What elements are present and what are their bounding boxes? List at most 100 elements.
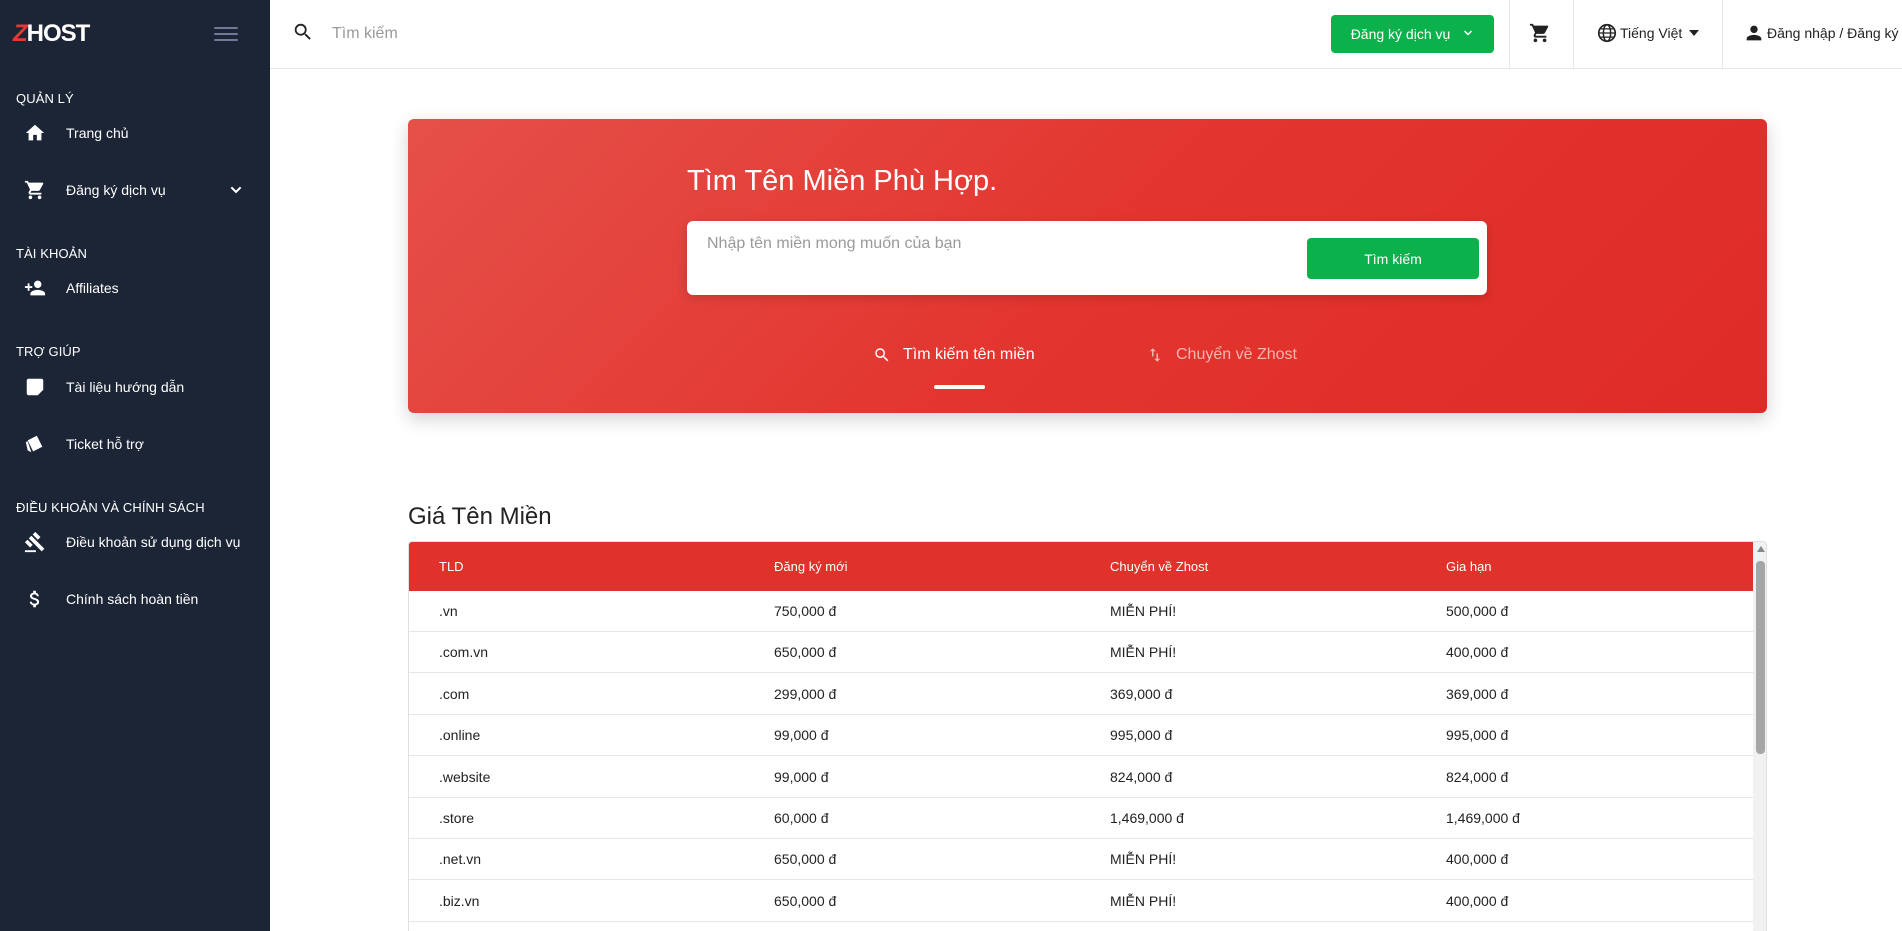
login-register-label: Đăng nhập / Đăng ký [1767,25,1899,41]
table-cell: 650,000 đ [774,851,837,868]
dollar-icon [24,588,46,610]
table-cell: .com.vn [439,644,489,661]
table-row: .store 60,000 đ 1,469,000 đ 1,469,000 đ [409,798,1753,839]
hamburger-menu-icon[interactable] [214,22,238,46]
tab-transfer-domain[interactable]: Chuyển về Zhost [1146,346,1297,364]
sidebar-item-affiliates[interactable]: Affiliates [0,260,270,316]
top-header: Đăng ký dịch vụ Tiếng Việt Đăng nhập / Đ… [270,0,1902,69]
domain-search-hero: Tìm Tên Miền Phù Hợp. Tìm kiếm Tìm kiếm … [408,119,1767,413]
table-cell: 650,000 đ [774,892,837,909]
column-header-transfer: Chuyển về Zhost [1110,559,1209,574]
login-register-link[interactable]: Đăng nhập / Đăng ký [1743,22,1899,44]
header-divider [1722,0,1723,68]
table-row: .online 99,000 đ 995,000 đ 995,000 đ [409,715,1753,757]
sidebar-item-refund[interactable]: Chính sách hoàn tiền [0,571,270,627]
table-cell: 369,000 đ [1446,685,1509,702]
caret-down-icon [1688,29,1700,37]
register-service-button[interactable]: Đăng ký dịch vụ [1331,15,1494,53]
section-title-tai-khoan: TÀI KHOẢN [16,246,87,261]
table-cell: 400,000 đ [1446,644,1509,661]
globe-icon [1596,22,1618,44]
table-row: .vn 750,000 đ MIỄN PHÍ! 500,000 đ [409,591,1753,632]
table-cell: 824,000 đ [1446,768,1509,785]
sidebar-item-label: Trang chủ [66,125,129,141]
sidebar-header: Z HOST [0,0,270,68]
domain-search-input[interactable] [707,235,1267,253]
sidebar-item-ticket[interactable]: Ticket hỗ trợ [0,416,270,472]
table-cell: .biz.vn [439,892,480,909]
domain-search-button[interactable]: Tìm kiếm [1307,238,1479,279]
table-scrollbar[interactable] [1753,542,1766,931]
user-icon [1743,22,1765,44]
sidebar-item-docs[interactable]: Tài liệu hướng dẫn [0,359,270,415]
sidebar-item-label: Tài liệu hướng dẫn [66,379,185,395]
language-label: Tiếng Việt [1620,25,1683,41]
table-cell: 750,000 đ [774,603,837,619]
sidebar-item-terms[interactable]: Điều khoản sử dụng dịch vụ [0,514,270,570]
table-cell: .store [439,810,475,826]
logo-z: Z [13,20,28,47]
table-row: .com 299,000 đ 369,000 đ 369,000 đ [409,674,1753,715]
table-cell: .online [439,727,481,744]
sidebar-item-label: Điều khoản sử dụng dịch vụ [66,534,241,550]
header-divider [1573,0,1574,68]
scroll-up-arrow-icon[interactable] [1757,546,1765,552]
sidebar-item-home[interactable]: Trang chủ [0,105,270,161]
column-header-tld: TLD [439,559,464,574]
section-title-dieu-khoan: ĐIỀU KHOẢN VÀ CHÍNH SÁCH [16,500,205,515]
domain-search-box: Tìm kiếm [687,221,1487,295]
note-icon [24,376,46,398]
table-cell: 824,000 đ [1110,768,1173,785]
table-cell: 99,000 đ [774,768,829,785]
home-icon [24,122,46,144]
tab-label: Chuyển về Zhost [1176,346,1297,363]
table-cell: 995,000 đ [1110,727,1173,744]
table-cell: .net.vn [439,851,482,868]
header-search-input[interactable] [332,25,932,43]
table-cell: 60,000 đ [774,810,829,826]
cart-icon[interactable] [1529,22,1551,49]
language-selector[interactable]: Tiếng Việt [1596,22,1700,44]
table-cell: 299,000 đ [774,685,837,702]
table-cell: MIỄN PHÍ! [1110,603,1177,619]
gavel-icon [24,531,46,553]
table-cell: .vn [439,603,458,619]
table-cell: MIỄN PHÍ! [1110,644,1177,661]
search-icon[interactable] [292,21,314,48]
register-service-label: Đăng ký dịch vụ [1350,26,1451,42]
table-cell: 369,000 đ [1110,685,1173,702]
table-header: TLD Đăng ký mới Chuyển về Zhost Gia hạn [409,542,1753,591]
domain-pricing-table: TLD Đăng ký mới Chuyển về Zhost Gia hạn … [408,541,1767,931]
table-row: .net.vn 650,000 đ MIỄN PHÍ! 400,000 đ [409,839,1753,881]
pricing-title: Giá Tên Miền [408,503,552,530]
table-cell: 99,000 đ [774,727,829,744]
table-cell: .com [439,685,470,702]
chevron-down-icon[interactable] [228,182,244,201]
swap-vertical-icon [1146,346,1164,364]
sidebar-item-label: Chính sách hoàn tiền [66,591,199,607]
table-cell: 650,000 đ [774,644,837,661]
column-header-renew: Gia hạn [1446,559,1492,574]
table-cell: 500,000 đ [1446,603,1509,619]
table-row: .website 99,000 đ 824,000 đ 824,000 đ [409,757,1753,798]
scrollbar-thumb[interactable] [1756,561,1765,754]
zhost-logo[interactable]: Z HOST [13,20,91,48]
hero-title: Tìm Tên Miền Phù Hợp. [687,165,998,197]
sidebar-item-label: Affiliates [66,280,119,296]
sidebar-item-label: Đăng ký dịch vụ [66,182,166,198]
logo-text: HOST [26,20,91,47]
column-header-register: Đăng ký mới [774,559,848,574]
sidebar: Z HOST QUẢN LÝ Trang chủ Đăng ký dịch vụ … [0,0,270,931]
tab-domain-search[interactable]: Tìm kiếm tên miền [873,346,1035,364]
chevron-down-icon [1462,26,1474,42]
table-cell: 400,000 đ [1446,892,1509,909]
tab-label: Tìm kiếm tên miền [903,346,1035,363]
section-title-quan-ly: QUẢN LÝ [16,91,74,106]
table-cell: 1,469,000 đ [1110,810,1184,826]
sidebar-item-register-service[interactable]: Đăng ký dịch vụ [0,162,270,218]
sidebar-item-label: Ticket hỗ trợ [66,436,144,452]
table-cell: 995,000 đ [1446,727,1509,744]
ticket-icon [24,433,46,455]
table-row: .biz.vn 650,000 đ MIỄN PHÍ! 400,000 đ [409,881,1753,922]
header-search [270,21,1320,48]
